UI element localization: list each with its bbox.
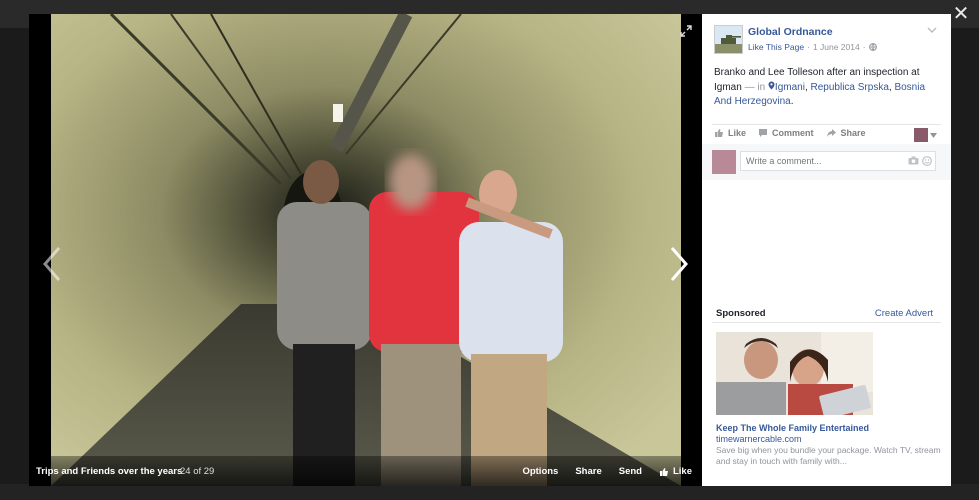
photo-info-bar: Trips and Friends over the years 24 of 2… xyxy=(29,456,702,486)
like-page-link[interactable]: Like This Page xyxy=(748,42,804,52)
like-label: Like xyxy=(672,466,692,477)
like-action-label: Like xyxy=(728,128,747,138)
share-action[interactable]: Share xyxy=(826,128,866,138)
page-avatar[interactable] xyxy=(714,25,743,54)
avatar xyxy=(712,150,736,174)
post-meta: Like This Page · 1 June 2014 · xyxy=(748,42,877,52)
divider xyxy=(712,322,941,323)
post-action-row: Like Comment Share xyxy=(714,128,866,138)
comment-input[interactable] xyxy=(740,151,936,171)
share-action-label: Share xyxy=(840,128,866,138)
comment-action-label: Comment xyxy=(772,128,814,138)
meta-separator: · xyxy=(807,42,810,52)
album-title[interactable]: Trips and Friends over the years xyxy=(36,466,182,477)
divider xyxy=(712,124,941,125)
options-button[interactable]: Options xyxy=(522,466,558,477)
post-date[interactable]: 1 June 2014 xyxy=(813,42,860,52)
caption-comma-2: , xyxy=(888,81,892,93)
photo-counter: 24 of 29 xyxy=(180,466,215,477)
location-link-igmani[interactable]: Igmani xyxy=(775,82,805,93)
photo-stage: Trips and Friends over the years 24 of 2… xyxy=(29,14,702,486)
ad-title-link[interactable]: Keep The Whole Family Entertained xyxy=(716,423,869,433)
share-button[interactable]: Share xyxy=(575,466,601,477)
ad-domain: timewarnercable.com xyxy=(716,434,802,444)
caption-comma-1: , xyxy=(804,81,808,93)
post-panel: Global Ordnance Like This Page · 1 June … xyxy=(702,14,951,486)
sponsored-label: Sponsored xyxy=(716,308,766,319)
send-button[interactable]: Send xyxy=(619,466,642,477)
chevron-right-icon[interactable] xyxy=(668,246,690,282)
location-pin-icon xyxy=(768,81,775,89)
globe-icon xyxy=(868,43,877,51)
camera-icon[interactable] xyxy=(908,156,919,165)
create-advert-link[interactable]: Create Advert xyxy=(875,308,933,319)
comment-icon xyxy=(759,129,768,137)
caption-in: — in xyxy=(744,81,766,93)
ad-description: Save big when you bundle your package. W… xyxy=(716,445,941,466)
emoji-icon[interactable] xyxy=(922,156,932,166)
post-caption: Branko and Lee Tolleson after an inspect… xyxy=(714,67,926,107)
comment-action[interactable]: Comment xyxy=(758,128,814,138)
like-action[interactable]: Like xyxy=(714,128,746,138)
close-icon[interactable]: ✕ xyxy=(951,4,971,24)
like-button[interactable]: Like xyxy=(659,466,692,477)
chevron-down-icon xyxy=(930,132,937,138)
thumbs-up-icon xyxy=(715,129,723,137)
tunnel-photo[interactable] xyxy=(51,14,681,486)
ad-image[interactable] xyxy=(716,332,873,415)
meta-separator-2: · xyxy=(862,42,866,52)
chevron-down-icon[interactable] xyxy=(927,26,937,34)
chevron-left-icon[interactable] xyxy=(41,246,63,282)
backdrop-bottom xyxy=(0,484,979,500)
viewer-avatar xyxy=(914,128,928,142)
share-arrow-icon xyxy=(826,129,836,137)
page-name-link[interactable]: Global Ordnance xyxy=(748,26,833,38)
location-link-republica-srpska[interactable]: Republica Srpska xyxy=(811,82,889,93)
viewer-identity-picker[interactable] xyxy=(914,128,937,142)
thumbs-up-icon xyxy=(659,467,668,476)
photo-actions: Options Share Send Like xyxy=(522,466,692,477)
expand-icon[interactable] xyxy=(680,24,692,37)
